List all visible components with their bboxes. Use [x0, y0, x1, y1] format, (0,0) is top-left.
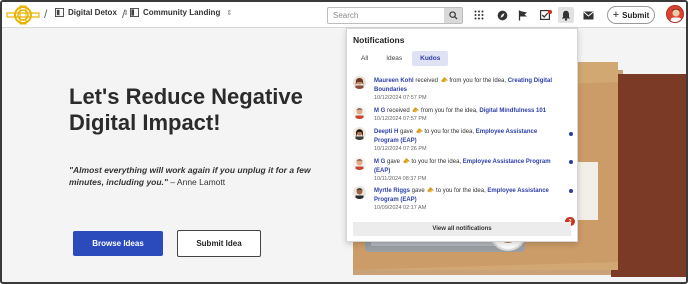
messages-button[interactable] — [580, 7, 596, 23]
page-icon — [130, 8, 139, 17]
notification-user[interactable]: Maureen Kohl — [374, 78, 414, 84]
notifications-title: Notifications — [353, 35, 405, 45]
avatar-icon — [353, 106, 366, 119]
search-box — [327, 7, 463, 24]
unread-indicator — [569, 189, 573, 193]
notification-idea-link[interactable]: Digital Mindfulness 101 — [479, 108, 546, 114]
breadcrumb-separator: / — [44, 7, 48, 21]
notification-timestamp: 10/09/2024 02:17 AM — [374, 205, 427, 211]
view-all-notifications-button[interactable]: View all notifications — [353, 222, 571, 236]
notification-user[interactable]: Myrtle Riggs — [374, 188, 410, 194]
notification-user[interactable]: Deepti H — [374, 129, 398, 135]
breadcrumb-separator: / — [122, 7, 126, 21]
tab-kudos[interactable]: Kudos — [412, 51, 449, 66]
notification-text: Deepti H gave to you for the idea, Emplo… — [374, 127, 559, 145]
avatar — [353, 76, 366, 89]
breadcrumb-label: Digital Detox — [68, 8, 117, 17]
notification-user[interactable]: M G — [374, 159, 385, 165]
avatar-icon — [353, 157, 366, 170]
app-window: / Digital Detox ⇕ / Community Landing ⇕ — [0, 0, 688, 284]
avatar-icon — [353, 76, 366, 89]
avatar-icon — [353, 186, 366, 199]
compass-icon — [497, 10, 507, 20]
avatar-icon — [353, 127, 366, 140]
submit-button[interactable]: + Submit — [607, 6, 655, 24]
notifications-panel: Notifications All Ideas Kudos Maureen Ko… — [346, 28, 578, 242]
breadcrumb-item-digital-detox[interactable]: Digital Detox ⇕ — [55, 8, 129, 17]
logo-icon[interactable] — [6, 4, 40, 26]
grid-icon — [474, 10, 484, 20]
notification-timestamp: 10/12/2024 07:57 PM — [374, 95, 427, 101]
notifications-button[interactable] — [558, 7, 574, 23]
notification-text: M G received from you for the idea, Digi… — [374, 106, 559, 116]
avatar-icon — [667, 6, 683, 22]
notification-timestamp: 10/12/2024 07:26 PM — [374, 146, 427, 152]
notification-timestamp: 10/12/2024 07:57 PM — [374, 116, 427, 122]
flag-button[interactable] — [515, 7, 531, 23]
search-input[interactable] — [328, 8, 445, 23]
hero-quote: "Almost everything will work again if yo… — [69, 164, 339, 188]
notifications-tabs: All Ideas Kudos — [353, 51, 449, 66]
tasks-button[interactable] — [537, 7, 553, 23]
notification-text: Maureen Kohl received from you for the i… — [374, 76, 559, 94]
search-button[interactable] — [444, 8, 462, 23]
avatar — [353, 106, 366, 119]
notification-timestamp: 10/11/2024 08:37 PM — [374, 176, 427, 182]
avatar — [353, 186, 366, 199]
unread-indicator — [569, 160, 573, 164]
notification-middle-text: to you for the idea, — [409, 159, 463, 165]
tab-all[interactable]: All — [353, 51, 376, 66]
clap-icon — [440, 77, 448, 83]
apps-grid-button[interactable] — [471, 7, 487, 23]
hero-title: Let's Reduce Negative Digital Impact! — [69, 84, 303, 135]
notification-user[interactable]: M G — [374, 108, 385, 114]
notification-verb: gave — [398, 129, 415, 135]
clap-icon — [402, 158, 410, 164]
submit-button-label: Submit — [622, 10, 650, 20]
notification-middle-text: to you for the idea, — [434, 188, 488, 194]
user-avatar[interactable] — [666, 5, 684, 23]
breadcrumb-item-community-landing[interactable]: Community Landing ⇕ — [130, 8, 232, 17]
tab-ideas[interactable]: Ideas — [378, 51, 410, 66]
bell-icon — [561, 10, 571, 21]
alert-dot — [548, 10, 552, 14]
browse-ideas-button[interactable]: Browse Ideas — [73, 231, 163, 256]
notification-text: Myrtle Riggs gave to you for the idea, E… — [374, 186, 559, 204]
breadcrumb-label: Community Landing — [143, 8, 221, 17]
avatar — [353, 157, 366, 170]
community-icon — [55, 8, 64, 17]
flag-icon — [518, 10, 527, 20]
chevron-updown-icon[interactable]: ⇕ — [226, 9, 232, 17]
unread-indicator — [569, 132, 573, 136]
mail-icon — [582, 11, 594, 19]
plus-icon: + — [612, 9, 620, 21]
notification-middle-text: to you for the idea, — [422, 129, 476, 135]
search-icon — [448, 11, 458, 20]
submit-idea-button[interactable]: Submit Idea — [177, 230, 261, 257]
clap-icon — [415, 128, 423, 134]
notification-verb: gave — [410, 188, 427, 194]
quote-author: – Anne Lamott — [167, 177, 226, 187]
notification-verb: gave — [385, 159, 402, 165]
notification-middle-text: from you for the idea, — [447, 78, 508, 84]
explore-button[interactable] — [494, 7, 510, 23]
top-navigation-bar: / Digital Detox ⇕ / Community Landing ⇕ — [2, 2, 686, 28]
notification-middle-text: from you for the idea, — [419, 108, 480, 114]
notification-text: M G gave to you for the idea, Employee A… — [374, 157, 559, 175]
notification-verb: received — [413, 78, 440, 84]
avatar — [353, 127, 366, 140]
notification-verb: received — [385, 108, 412, 114]
